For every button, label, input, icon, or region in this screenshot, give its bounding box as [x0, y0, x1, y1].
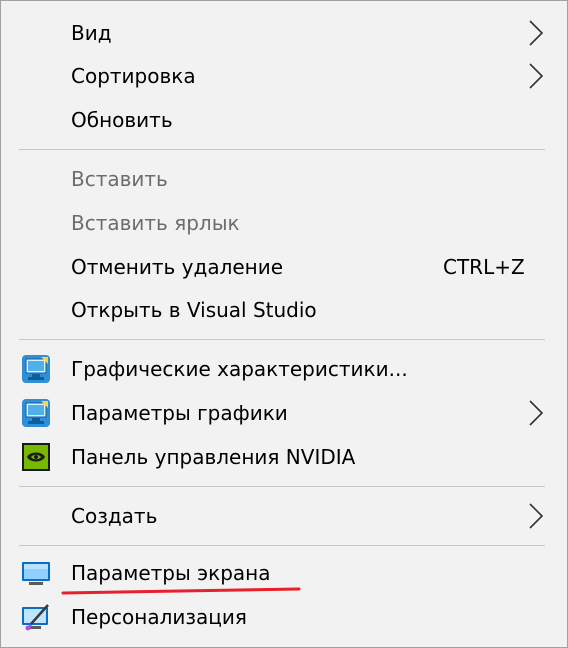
menu-item-undo-delete[interactable]: Отменить удаление CTRL+Z	[1, 247, 567, 287]
menu-item-label: Параметры графики	[71, 401, 288, 425]
display-icon	[22, 562, 50, 585]
menu-item-label: Открыть в Visual Studio	[71, 298, 317, 322]
menu-item-label: Вставить	[71, 167, 168, 191]
menu-item-label: Отменить удаление	[71, 255, 284, 279]
menu-separator	[19, 149, 545, 150]
menu-item-paste-shortcut: Вставить ярлык	[1, 203, 567, 243]
menu-item-label: Графические характеристики...	[71, 357, 408, 381]
menu-item-view[interactable]: Вид	[1, 13, 567, 53]
menu-item-paste: Вставить	[1, 159, 567, 199]
desktop-context-menu: Вид Сортировка Обновить Вставить Вставит…	[0, 0, 568, 648]
chevron-right-icon	[529, 400, 544, 426]
menu-item-new[interactable]: Создать	[1, 496, 567, 536]
menu-item-nvidia-control-panel[interactable]: Панель управления NVIDIA	[1, 437, 567, 477]
shortcut-hint: CTRL+Z	[443, 255, 525, 279]
menu-item-label: Вид	[71, 21, 112, 45]
personalization-icon	[22, 604, 49, 631]
menu-item-label: Обновить	[71, 108, 173, 132]
intel-graphics-icon	[22, 355, 50, 383]
menu-item-refresh[interactable]: Обновить	[1, 100, 567, 140]
chevron-right-icon	[529, 63, 544, 89]
chevron-right-icon	[529, 20, 544, 46]
menu-item-label: Параметры экрана	[71, 561, 271, 585]
menu-item-personalization[interactable]: Персонализация	[1, 597, 567, 637]
menu-item-graphics-properties[interactable]: Графические характеристики...	[1, 349, 567, 389]
highlight-underline	[61, 587, 301, 595]
menu-separator	[19, 545, 545, 546]
nvidia-icon	[22, 443, 50, 471]
menu-separator	[19, 339, 545, 340]
menu-item-label: Вставить ярлык	[71, 211, 240, 235]
chevron-right-icon	[529, 503, 544, 529]
menu-item-label: Панель управления NVIDIA	[71, 445, 356, 469]
menu-item-label: Сортировка	[71, 64, 196, 88]
menu-item-label: Создать	[71, 504, 158, 528]
menu-item-open-visual-studio[interactable]: Открыть в Visual Studio	[1, 290, 567, 330]
menu-item-sort[interactable]: Сортировка	[1, 56, 567, 96]
intel-graphics-icon	[22, 399, 50, 427]
menu-separator	[19, 486, 545, 487]
menu-item-graphics-options[interactable]: Параметры графики	[1, 393, 567, 433]
menu-item-label: Персонализация	[71, 605, 247, 629]
